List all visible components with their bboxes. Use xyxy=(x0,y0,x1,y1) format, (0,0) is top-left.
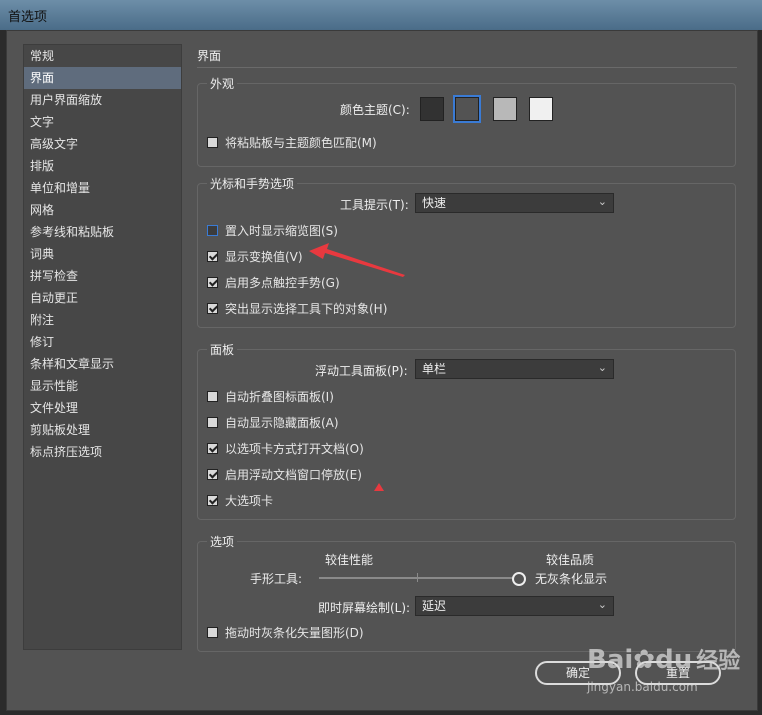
floating-panel-select-value: 单栏 xyxy=(422,362,447,376)
option-checkbox[interactable]: 自动折叠图标面板(I) xyxy=(207,388,334,405)
chevron-down-icon: ⌄ xyxy=(597,361,607,374)
sidebar-item[interactable]: 排版 xyxy=(24,155,181,177)
checkbox-label: 显示变换值(V) xyxy=(225,250,303,264)
category-list[interactable]: 常规 界面 用户界面缩放 文字 高级文字 排版 单位和增量 网格 参考线和粘贴板 词典 拼写检查 自动… xyxy=(23,44,182,650)
checkbox-label: 拖动时灰条化矢量图形(D) xyxy=(225,626,364,640)
greek-vector-checkbox[interactable]: 拖动时灰条化矢量图形(D) xyxy=(207,624,364,641)
tooltips-label: 工具提示(T): xyxy=(340,198,409,212)
sidebar-item[interactable]: 附注 xyxy=(24,309,181,331)
sidebar-item[interactable]: 单位和增量 xyxy=(24,177,181,199)
sidebar-item[interactable]: 文件处理 xyxy=(24,397,181,419)
checkbox-box xyxy=(207,417,218,428)
sidebar-item[interactable]: 词典 xyxy=(24,243,181,265)
hand-tool-label: 手形工具: xyxy=(250,572,303,586)
sidebar-item[interactable]: 条样和文章显示 xyxy=(24,353,181,375)
sidebar-item[interactable]: 网格 xyxy=(24,199,181,221)
sidebar-item[interactable]: 自动更正 xyxy=(24,287,181,309)
sidebar-item[interactable]: 常规 xyxy=(24,45,181,67)
checkbox-box xyxy=(207,627,218,638)
checkbox-box xyxy=(207,251,218,262)
watermark-cn: 经验 xyxy=(696,649,741,674)
page-title: 界面 xyxy=(197,49,222,63)
preferences-dialog: 常规 界面 用户界面缩放 文字 高级文字 排版 单位和增量 网格 参考线和粘贴板 词典 拼写检查 自动… xyxy=(6,30,758,711)
option-checkbox[interactable]: 突出显示选择工具下的对象(H) xyxy=(207,300,387,317)
theme-swatch-light[interactable] xyxy=(529,97,553,121)
checkbox-label: 自动折叠图标面板(I) xyxy=(225,390,334,404)
checkbox-box xyxy=(207,391,218,402)
sidebar-item[interactable]: 高级文字 xyxy=(24,133,181,155)
sidebar-item[interactable]: 参考线和粘贴板 xyxy=(24,221,181,243)
tooltips-select[interactable]: 快速 ⌄ xyxy=(415,193,614,213)
floating-panel-label: 浮动工具面板(P): xyxy=(315,364,408,378)
theme-swatch-medium-dark[interactable] xyxy=(455,97,479,121)
panels-group-title: 面板 xyxy=(207,341,238,358)
theme-swatch-medium-light[interactable] xyxy=(493,97,517,121)
checkbox-label: 以选项卡方式打开文档(O) xyxy=(225,442,364,456)
appearance-group-title: 外观 xyxy=(207,75,238,92)
sidebar-item[interactable]: 显示性能 xyxy=(24,375,181,397)
watermark-url: jingyan.baidu.com xyxy=(587,680,698,694)
cursor-group-title: 光标和手势选项 xyxy=(207,175,298,192)
window-title: 首选项 xyxy=(8,10,48,25)
sidebar-item[interactable]: 界面 xyxy=(24,67,181,89)
option-checkbox[interactable]: 显示变换值(V) xyxy=(207,248,303,265)
sidebar-item[interactable]: 文字 xyxy=(24,111,181,133)
checkbox-box xyxy=(207,277,218,288)
checkbox-box xyxy=(207,225,218,236)
sidebar-item[interactable]: 剪贴板处理 xyxy=(24,419,181,441)
checkbox-box xyxy=(207,137,218,148)
watermark-paw-text: du xyxy=(655,645,693,675)
hand-tool-slider-track[interactable] xyxy=(319,577,518,579)
checkbox-label: 置入时显示缩览图(S) xyxy=(225,224,338,238)
checkbox-label: 突出显示选择工具下的对象(H) xyxy=(225,302,388,316)
option-checkbox[interactable]: 置入时显示缩览图(S) xyxy=(207,222,338,239)
live-draw-select[interactable]: 延迟 ⌄ xyxy=(415,596,614,616)
checkbox-box xyxy=(207,443,218,454)
better-performance-label: 较佳性能 xyxy=(325,553,374,567)
better-quality-label: 较佳品质 xyxy=(546,553,595,567)
sidebar-item[interactable]: 用户界面缩放 xyxy=(24,89,181,111)
checkbox-box xyxy=(207,303,218,314)
slider-tick xyxy=(417,573,418,582)
chevron-down-icon: ⌄ xyxy=(597,195,607,208)
option-checkbox[interactable]: 以选项卡方式打开文档(O) xyxy=(207,440,364,457)
paw-icon: ✿ xyxy=(633,645,656,675)
floating-panel-select[interactable]: 单栏 ⌄ xyxy=(415,359,614,379)
theme-swatch-dark[interactable] xyxy=(420,97,444,121)
red-arrow-annotation xyxy=(309,243,405,277)
options-group-title: 选项 xyxy=(207,533,238,550)
watermark-brand: Bai xyxy=(587,645,634,675)
live-draw-select-value: 延迟 xyxy=(422,599,447,613)
checkbox-label: 大选项卡 xyxy=(225,494,274,508)
match-pasteboard-checkbox[interactable]: 将粘贴板与主题颜色匹配(M) xyxy=(207,134,377,151)
chevron-down-icon: ⌄ xyxy=(597,598,607,611)
checkbox-box xyxy=(207,495,218,506)
color-theme-label: 颜色主题(C): xyxy=(340,103,410,117)
checkbox-label: 自动显示隐藏面板(A) xyxy=(225,416,339,430)
sidebar-item[interactable]: 修订 xyxy=(24,331,181,353)
hand-tool-slider-thumb[interactable] xyxy=(512,572,526,586)
checkbox-box xyxy=(207,469,218,480)
title-divider xyxy=(197,67,737,68)
option-checkbox[interactable]: 大选项卡 xyxy=(207,492,273,509)
slider-value-label: 无灰条化显示 xyxy=(535,572,608,586)
checkbox-label: 启用浮动文档窗口停放(E) xyxy=(225,468,362,482)
option-checkbox[interactable]: 启用浮动文档窗口停放(E) xyxy=(207,466,362,483)
sidebar-item[interactable]: 标点挤压选项 xyxy=(24,441,181,463)
live-draw-label: 即时屏幕绘制(L): xyxy=(318,601,411,615)
baidu-watermark: Bai✿du 经验 xyxy=(587,643,740,675)
tooltips-select-value: 快速 xyxy=(422,196,447,210)
checkbox-label: 将粘贴板与主题颜色匹配(M) xyxy=(225,136,377,150)
appearance-group xyxy=(197,83,736,167)
sidebar-item[interactable]: 拼写检查 xyxy=(24,265,181,287)
option-checkbox[interactable]: 自动显示隐藏面板(A) xyxy=(207,414,339,431)
title-bar: 首选项 xyxy=(0,0,762,30)
red-triangle-marker xyxy=(374,483,384,491)
